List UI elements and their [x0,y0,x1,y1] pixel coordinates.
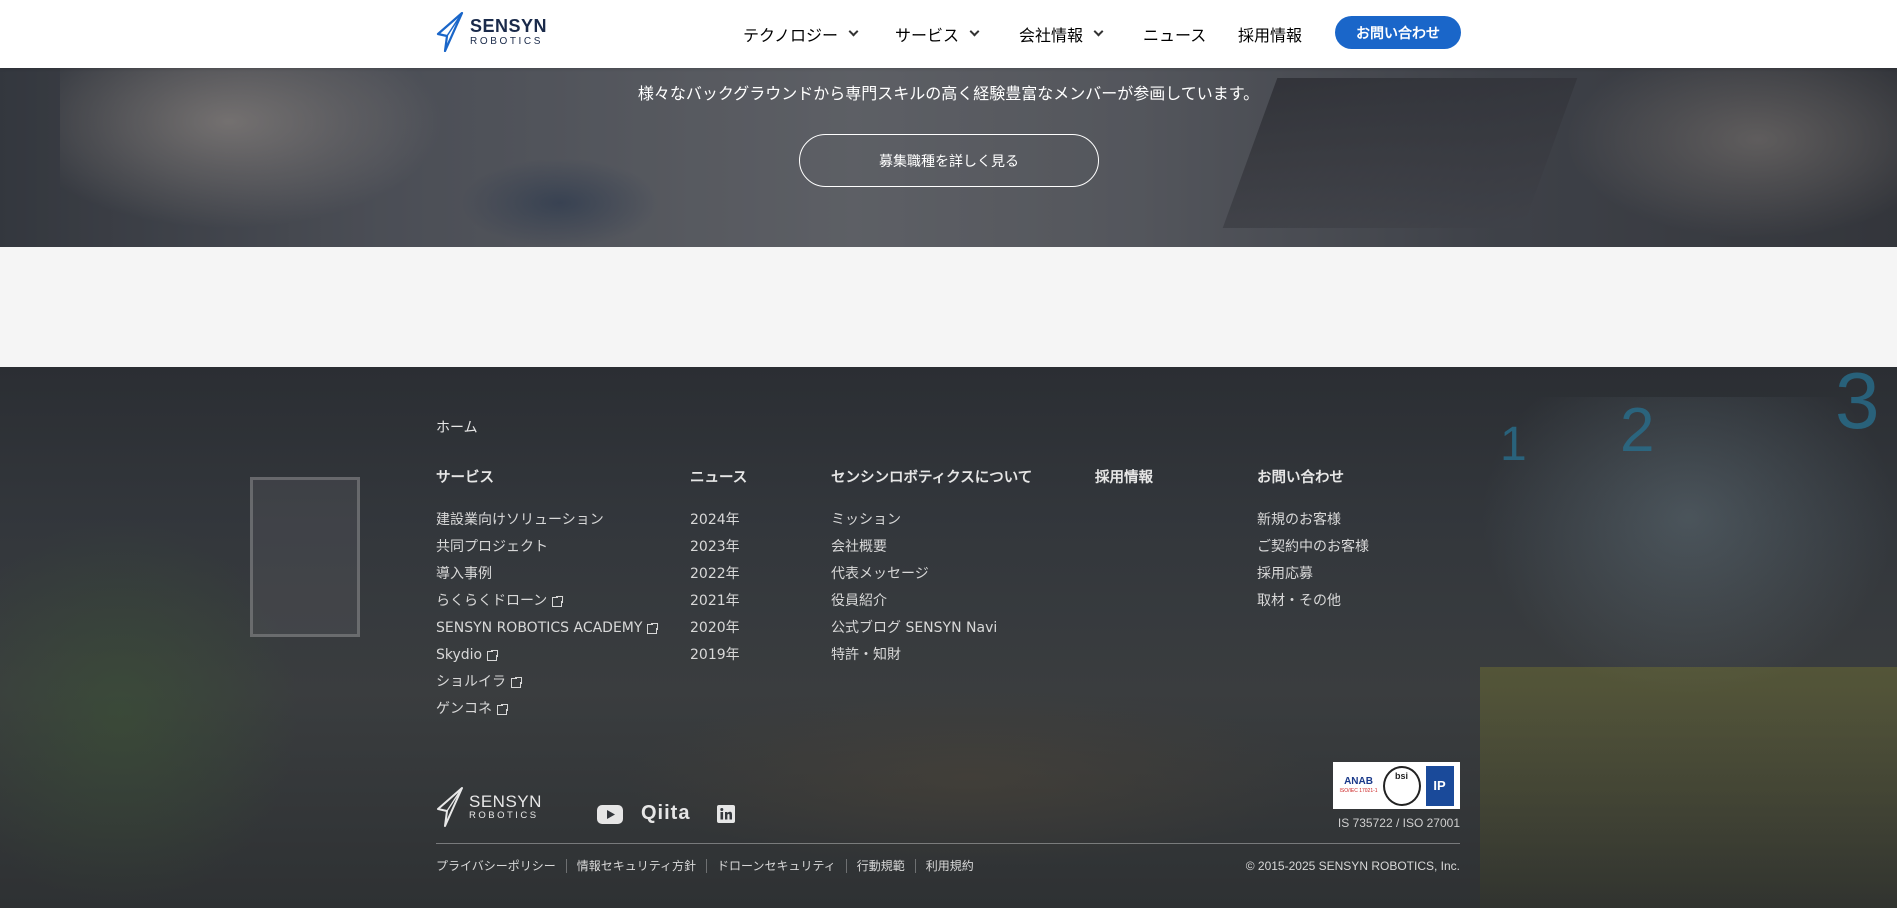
legal-link-infosec[interactable]: 情報セキュリティ方針 [565,859,706,873]
nav-careers[interactable]: 採用情報 [1238,22,1302,46]
legal-link-drone-security[interactable]: ドローンセキュリティ [706,859,846,873]
footer-link[interactable]: 2020年 [690,614,747,641]
footer-link[interactable]: ご契約中のお客様 [1257,533,1369,560]
footer-link[interactable]: らくらくドローン [436,587,657,614]
youtube-link[interactable] [597,805,623,824]
spacer-band [0,247,1897,367]
nav-technology-label: テクノロジー [743,26,839,45]
chevron-down-icon [969,26,980,37]
footer-link[interactable]: 会社概要 [831,533,1032,560]
footer-link[interactable]: 新規のお客様 [1257,506,1369,533]
site-header: SENSYN ROBOTICS テクノロジー サービス 会社情報 ニュース 採用… [0,0,1897,68]
site-footer: 1 2 3 ホーム サービス 建設業向けソリューション 共同プロジェクト 導入事… [0,367,1897,908]
linkedin-icon [717,805,735,823]
footer-link[interactable]: 代表メッセージ [831,560,1032,587]
footer-link[interactable]: 特許・知財 [831,641,1032,668]
external-link-icon [511,675,523,688]
footer-link[interactable]: 2019年 [690,641,747,668]
bsi-logo: bsi [1382,765,1421,806]
chevron-down-icon [848,26,859,37]
legal-link-privacy[interactable]: プライバシーポリシー [436,859,566,873]
footer-link[interactable]: ショルイラ [436,668,657,695]
external-link-icon [497,702,509,715]
logo-mark-icon [436,12,464,52]
sensyn-logo[interactable]: SENSYN ROBOTICS [436,12,547,52]
footer-divider [436,843,1460,844]
external-link-icon [487,648,500,661]
footer-link[interactable]: 役員紹介 [831,587,1032,614]
logo-mark-icon [437,787,463,827]
footer-link[interactable]: SENSYN ROBOTICS ACADEMY [436,614,660,641]
chevron-down-icon [1093,26,1104,37]
nav-news[interactable]: ニュース [1143,22,1206,46]
footer-col-about: センシンロボティクスについて ミッション 会社概要 代表メッセージ 役員紹介 公… [831,466,1032,668]
footer-link[interactable]: 2024年 [690,506,747,533]
certification-text: IS 735722 / ISO 27001 [1337,816,1460,830]
footer-bg-whiteboard [250,477,360,637]
footer-link[interactable]: 導入事例 [436,560,657,587]
external-link-icon [647,621,660,634]
logo-subtitle: ROBOTICS [470,36,544,47]
wall-number-3: 3 [1835,367,1880,445]
copyright: © 2015-2025 SENSYN ROBOTICS, Inc. [1245,859,1460,873]
footer-col-title[interactable]: センシンロボティクスについて [831,466,1032,486]
footer-link[interactable]: 取材・その他 [1257,587,1369,614]
legal-links: プライバシーポリシー 情報セキュリティ方針 ドローンセキュリティ 行動規範 利用… [436,859,984,873]
footer-link[interactable]: ゲンコネ [436,695,657,722]
wall-number-1: 1 [1500,418,1527,471]
hero-description: 様々なバックグラウンドから専門スキルの高く経験豊富なメンバーが参画しています。 [637,84,1260,103]
footer-link[interactable]: 公式ブログ SENSYN Navi [831,614,1032,641]
footer-link[interactable]: 共同プロジェクト [436,533,657,560]
contact-button[interactable]: お問い合わせ [1335,16,1461,49]
footer-home-link[interactable]: ホーム [436,417,478,437]
footer-col-contact: お問い合わせ 新規のお客様 ご契約中のお客様 採用応募 取材・その他 [1257,466,1369,614]
footer-col-services: サービス 建設業向けソリューション 共同プロジェクト 導入事例 らくらくドローン… [436,466,660,722]
nav-services-label: サービス [895,26,960,45]
footer-bg-sofa [1480,667,1897,908]
logo-wordmark: SENSYN [470,16,548,36]
footer-col-news: ニュース 2024年 2023年 2022年 2021年 2020年 2019年 [690,466,747,668]
qiita-logo: Qiita [641,802,691,824]
footer-logo[interactable]: SENSYN ROBOTICS [436,787,542,827]
footer-col-title[interactable]: 採用情報 [1095,466,1153,486]
nav-news-label: ニュース [1143,26,1207,45]
external-link-icon [552,594,565,607]
footer-col-title[interactable]: サービス [436,466,657,486]
nav-services[interactable]: サービス [895,22,980,46]
view-positions-button[interactable]: 募集職種を詳しく見る [799,134,1099,187]
qiita-link[interactable]: Qiita [641,802,690,825]
nav-careers-label: 採用情報 [1238,26,1303,45]
legal-link-code-of-conduct[interactable]: 行動規範 [845,859,915,873]
careers-hero: 様々なバックグラウンドから専門スキルの高く経験豊富なメンバーが参画しています。 … [0,68,1897,247]
footer-link[interactable]: ミッション [831,506,1032,533]
footer-link[interactable]: 2022年 [690,560,747,587]
nav-company[interactable]: 会社情報 [1019,22,1104,46]
footer-link[interactable]: 建設業向けソリューション [436,506,657,533]
footer-bg-table [620,687,1320,867]
nav-company-label: 会社情報 [1019,26,1084,45]
wall-number-2: 2 [1620,396,1655,465]
footer-col-title[interactable]: お問い合わせ [1257,466,1369,486]
anab-logo: ANAB ISO/IEC 17021-1 [1339,776,1378,794]
footer-link[interactable]: Skydio [436,641,657,668]
isms-logo: IP [1425,765,1454,806]
footer-col-careers: 採用情報 [1095,466,1153,506]
footer-col-title[interactable]: ニュース [690,466,747,486]
legal-link-terms[interactable]: 利用規約 [914,859,984,873]
footer-link[interactable]: 採用応募 [1257,560,1369,587]
certification-badge: ANAB ISO/IEC 17021-1 bsi IP [1333,762,1460,809]
youtube-icon [597,805,623,824]
footer-link[interactable]: 2023年 [690,533,747,560]
nav-technology[interactable]: テクノロジー [743,22,859,46]
footer-logo-wordmark: SENSYN [469,792,542,812]
footer-link[interactable]: 2021年 [690,587,747,614]
footer-logo-subtitle: ROBOTICS [469,810,539,822]
linkedin-link[interactable] [717,805,735,823]
